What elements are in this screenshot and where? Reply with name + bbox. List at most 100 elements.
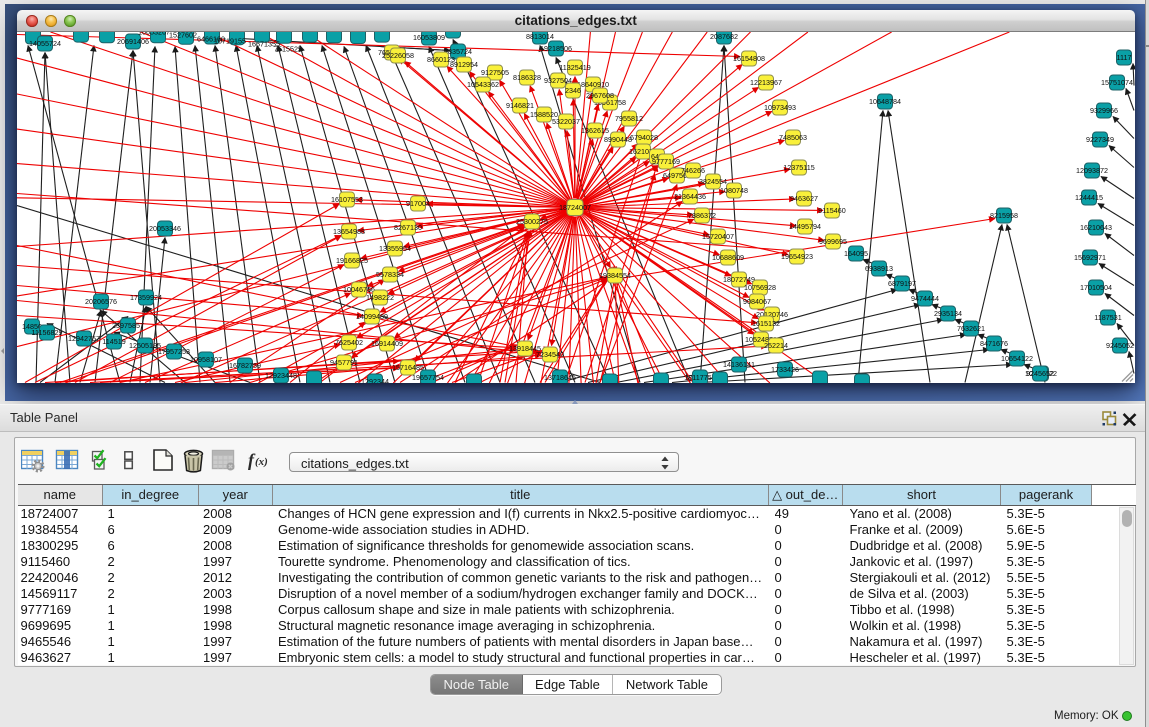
- svg-text:11156829: 11156829: [32, 328, 63, 337]
- svg-text:15720407: 15720407: [702, 232, 734, 241]
- svg-text:10648784: 10648784: [869, 97, 901, 106]
- svg-text:1187531: 1187531: [1094, 313, 1121, 322]
- svg-text:16914409: 16914409: [371, 339, 403, 348]
- svg-text:8813014: 8813014: [526, 32, 554, 41]
- svg-text:18724007: 18724007: [559, 203, 591, 212]
- svg-text:12942757: 12942757: [68, 334, 100, 343]
- svg-text:21364436: 21364436: [674, 192, 706, 201]
- svg-text:2967608: 2967608: [586, 91, 614, 100]
- svg-text:6794028: 6794028: [630, 133, 658, 142]
- svg-text:12923448: 12923448: [265, 371, 297, 380]
- svg-text:10688609: 10688609: [712, 253, 744, 262]
- svg-text:7625402: 7625402: [335, 338, 363, 347]
- svg-text:1498222: 1498222: [366, 293, 394, 302]
- svg-text:1080748: 1080748: [720, 186, 748, 195]
- svg-text:16053809: 16053809: [413, 33, 445, 42]
- svg-text:1292344: 1292344: [361, 377, 389, 383]
- svg-text:2935134: 2935134: [934, 309, 962, 318]
- svg-text:12093872: 12093872: [1076, 166, 1108, 175]
- svg-text:14136141: 14136141: [723, 360, 755, 369]
- svg-text:19654923: 19654923: [781, 252, 813, 261]
- svg-text:13355954: 13355954: [379, 244, 411, 253]
- svg-text:9777169: 9777169: [652, 157, 680, 166]
- svg-text:1615132: 1615132: [752, 319, 780, 328]
- svg-text:7955812: 7955812: [615, 114, 643, 123]
- svg-text:9463627: 9463627: [790, 194, 818, 203]
- svg-text:10719155: 10719155: [214, 36, 246, 45]
- svg-text:25300275: 25300275: [516, 217, 548, 226]
- svg-text:252214: 252214: [764, 341, 788, 350]
- svg-text:(x): (x): [255, 456, 268, 468]
- svg-text:9474444: 9474444: [911, 294, 939, 303]
- svg-text:1244415: 1244415: [1075, 193, 1103, 202]
- svg-text:8990448: 8990448: [604, 135, 632, 144]
- svg-text:1362615: 1362615: [581, 126, 609, 135]
- svg-text:14055724: 14055724: [29, 39, 61, 48]
- svg-text:9127505: 9127505: [481, 68, 509, 77]
- svg-text:18117751: 18117751: [684, 373, 715, 382]
- svg-text:17359924: 17359924: [130, 293, 162, 302]
- svg-text:9329966: 9329966: [1090, 106, 1118, 115]
- svg-text:9457791: 9457791: [330, 358, 358, 367]
- svg-text:5578334: 5578334: [376, 270, 404, 279]
- svg-text:9245052: 9245052: [1106, 341, 1134, 350]
- svg-text:19657754: 19657754: [412, 373, 444, 382]
- svg-text:8912954: 8912954: [450, 60, 478, 69]
- svg-text:7632621: 7632621: [957, 324, 985, 333]
- svg-text:10756928: 10756928: [744, 283, 776, 292]
- svg-text:19218506: 19218506: [540, 44, 572, 53]
- svg-text:3824554: 3824554: [699, 177, 727, 186]
- svg-text:1733426: 1733426: [771, 365, 799, 374]
- svg-text:2346: 2346: [565, 86, 581, 95]
- svg-text:9084067: 9084067: [743, 297, 771, 306]
- svg-text:13718645: 13718645: [544, 373, 576, 382]
- svg-text:9245652: 9245652: [1026, 369, 1054, 378]
- svg-text:8186328: 8186328: [513, 73, 541, 82]
- svg-text:14495794: 14495794: [789, 222, 821, 231]
- svg-text:20691406: 20691406: [117, 37, 149, 46]
- svg-text:20206576: 20206576: [85, 297, 117, 306]
- svg-text:14099489: 14099489: [356, 312, 388, 321]
- svg-text:164095: 164095: [844, 249, 868, 258]
- svg-text:10653267: 10653267: [138, 32, 170, 37]
- svg-text:16107553: 16107553: [331, 195, 363, 204]
- svg-text:23975857: 23975857: [112, 321, 144, 330]
- svg-text:12375115: 12375115: [783, 163, 814, 172]
- svg-text:1117: 1117: [1117, 53, 1132, 62]
- svg-text:16154808: 16154808: [733, 54, 765, 63]
- svg-text:16210643: 16210643: [1080, 223, 1112, 232]
- svg-text:2087682: 2087682: [710, 32, 738, 41]
- svg-text:15692971: 15692971: [1074, 253, 1106, 262]
- svg-text:7886372: 7886372: [688, 211, 716, 220]
- svg-text:19166825: 19166825: [336, 256, 368, 265]
- svg-text:114519: 114519: [102, 337, 125, 346]
- svg-text:9115460: 9115460: [818, 206, 845, 215]
- svg-text:10543362: 10543362: [467, 80, 499, 89]
- svg-text:9699695: 9699695: [819, 237, 847, 246]
- svg-text:13654988: 13654988: [333, 227, 365, 236]
- svg-text:1527602: 1527602: [169, 32, 197, 40]
- svg-text:16782759: 16782759: [229, 361, 261, 370]
- svg-text:10654122: 10654122: [1001, 354, 1033, 363]
- svg-text:8471676: 8471676: [980, 339, 1008, 348]
- svg-text:5322037: 5322037: [552, 117, 580, 126]
- svg-text:12213967: 12213967: [750, 78, 782, 87]
- svg-text:20053346: 20053346: [149, 224, 181, 233]
- svg-text:25226058: 25226058: [382, 51, 414, 60]
- svg-text:6879197: 6879197: [888, 279, 916, 288]
- svg-text:746266: 746266: [681, 166, 705, 175]
- svg-text:9146821: 9146821: [506, 101, 534, 110]
- svg-text:7234540: 7234540: [536, 350, 564, 359]
- svg-text:17010504: 17010504: [1080, 283, 1112, 292]
- svg-text:15716485: 15716485: [392, 363, 424, 372]
- svg-text:11325419: 11325419: [559, 63, 590, 72]
- svg-text:917004: 917004: [406, 199, 430, 208]
- svg-text:12505195: 12505195: [129, 341, 161, 350]
- svg-text:8215958: 8215958: [990, 211, 1018, 220]
- svg-text:17957253: 17957253: [158, 347, 190, 356]
- svg-text:8267130: 8267130: [394, 223, 422, 232]
- svg-text:10973493: 10973493: [764, 103, 796, 112]
- svg-text:15751074: 15751074: [1101, 78, 1133, 87]
- svg-text:10958107: 10958107: [190, 355, 222, 364]
- svg-text:6938913: 6938913: [865, 264, 893, 273]
